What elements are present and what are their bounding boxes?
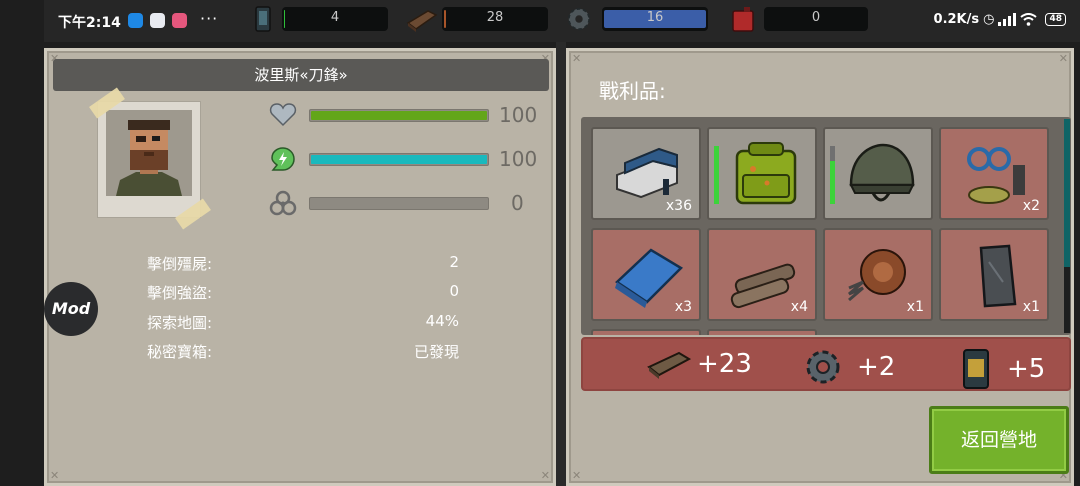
stat-row-zombies: 擊倒殭屍: 2 xyxy=(147,253,459,274)
fuel-can-icon xyxy=(732,7,754,32)
character-panel: ✕ ✕ ✕ ✕ 波里斯«刀鋒» 100 xyxy=(44,48,556,486)
panel-divider xyxy=(556,42,566,486)
battery-cell-icon xyxy=(255,6,271,32)
stat-row-chest: 秘密寶箱: 已發現 xyxy=(147,341,459,362)
app-notification-icon xyxy=(150,13,165,28)
panel-corner-icon: ✕ xyxy=(1058,52,1068,65)
reward-wood: +23 xyxy=(647,347,752,381)
tape-decoration xyxy=(175,198,211,230)
backpack-icon xyxy=(735,142,797,205)
item-quantity: x1 xyxy=(906,299,924,315)
stat-row-bandits: 擊倒強盜: 0 xyxy=(147,282,459,303)
battery-icon xyxy=(963,349,989,389)
system-indicators: 0.2K/s ◷ 48 xyxy=(934,12,1066,27)
resource-gear-value: 16 xyxy=(646,10,664,25)
reward-amount: +5 xyxy=(1007,354,1046,384)
survivor-portrait-icon xyxy=(106,110,192,196)
loot-grid[interactable]: x36 x2 x3 x4 x1 x1 xyxy=(581,117,1071,335)
item-quantity: x2 xyxy=(1022,198,1040,214)
network-speed: 0.2K/s xyxy=(933,12,980,27)
battery-indicator: 48 xyxy=(1045,13,1066,26)
energy-value: 100 xyxy=(499,147,538,171)
stat-value: 0 xyxy=(449,282,459,300)
stat-label: 秘密寶箱: xyxy=(147,343,213,361)
status-bar: 下午2:14 ··· 4 28 16 0 0.2K/s ◷ 48 xyxy=(44,0,1080,42)
reward-amount: +23 xyxy=(697,349,752,379)
mod-badge[interactable]: Mod xyxy=(44,282,98,336)
plank-icon xyxy=(647,351,691,379)
app-notification-icon xyxy=(172,13,187,28)
return-to-camp-button[interactable]: 返回營地 xyxy=(929,406,1069,474)
resource-fuel-value: 0 xyxy=(811,10,821,25)
wood-icon xyxy=(406,10,438,32)
panel-corner-icon: ✕ xyxy=(50,469,60,482)
reward-battery: +5 xyxy=(961,347,1045,391)
item-quantity: x1 xyxy=(1022,299,1040,315)
loot-slot-metal-plate[interactable]: x1 xyxy=(939,228,1049,321)
app-notification-icon xyxy=(128,13,143,28)
gear-icon xyxy=(567,7,591,31)
loot-slot-stapler[interactable]: x36 xyxy=(591,127,701,220)
durability-gauge xyxy=(714,146,719,204)
resource-battery-value: 4 xyxy=(330,10,340,25)
panel-corner-icon: ✕ xyxy=(572,52,582,65)
health-bar xyxy=(309,109,489,122)
biohazard-icon xyxy=(269,190,297,216)
reward-gear: +2 xyxy=(803,347,895,387)
loot-title: 戰利品: xyxy=(599,79,666,103)
loot-slot-rope-spring[interactable]: x1 xyxy=(823,228,933,321)
health-value: 100 xyxy=(499,103,538,127)
signal-icon xyxy=(998,13,1017,26)
stat-value: 44% xyxy=(425,312,459,330)
loot-slot-partial[interactable] xyxy=(707,329,817,335)
loot-slot-wires[interactable]: x2 xyxy=(939,127,1049,220)
item-quantity: x36 xyxy=(665,198,692,214)
wifi-icon xyxy=(1020,13,1038,26)
resource-wood: 28 xyxy=(442,7,548,31)
stat-value: 2 xyxy=(449,253,459,271)
stat-label: 擊倒殭屍: xyxy=(147,255,213,273)
stapler-icon xyxy=(616,147,678,199)
stat-label: 探索地圖: xyxy=(147,314,213,332)
alarm-icon: ◷ xyxy=(983,12,995,27)
radiation-value: 0 xyxy=(511,191,524,215)
energy-icon xyxy=(271,147,295,171)
reward-amount: +2 xyxy=(857,352,896,382)
loot-slot-backpack[interactable] xyxy=(707,127,817,220)
item-quantity: x3 xyxy=(674,299,692,315)
item-quantity: x4 xyxy=(790,299,808,315)
stat-label: 擊倒強盜: xyxy=(147,284,213,302)
durability-gauge xyxy=(830,146,835,204)
loot-panel: ✕ ✕ ✕ ✕ 戰利品: x36 x2 x3 x4 x1 x1 +23 +2 +… xyxy=(566,48,1074,486)
resource-battery: 4 xyxy=(282,7,388,31)
rewards-bar: +23 +2 +5 xyxy=(581,337,1071,391)
resource-fuel: 0 xyxy=(764,7,868,31)
resource-wood-value: 28 xyxy=(486,10,504,25)
character-portrait xyxy=(89,87,211,230)
helmet-icon xyxy=(849,143,915,202)
resource-gear: 16 xyxy=(602,7,708,31)
stat-value: 已發現 xyxy=(413,343,459,361)
clock: 下午2:14 xyxy=(58,15,121,31)
portrait-image xyxy=(106,110,192,196)
panel-corner-icon: ✕ xyxy=(540,469,550,482)
loot-slot-cloth[interactable]: x3 xyxy=(591,228,701,321)
more-notifications-icon: ··· xyxy=(200,9,219,28)
loot-slot-partial[interactable] xyxy=(591,329,701,335)
loot-slot-helmet[interactable] xyxy=(823,127,933,220)
energy-bar xyxy=(309,153,489,166)
gear-icon xyxy=(806,350,840,384)
radiation-bar xyxy=(309,197,489,210)
stat-row-map: 探索地圖: 44% xyxy=(147,312,459,333)
loot-slot-logs[interactable]: x4 xyxy=(707,228,817,321)
loot-scrollbar-thumb[interactable] xyxy=(1064,119,1070,267)
panel-corner-icon: ✕ xyxy=(572,469,582,482)
heart-icon xyxy=(269,103,297,127)
character-name: 波里斯«刀鋒» xyxy=(53,59,549,91)
